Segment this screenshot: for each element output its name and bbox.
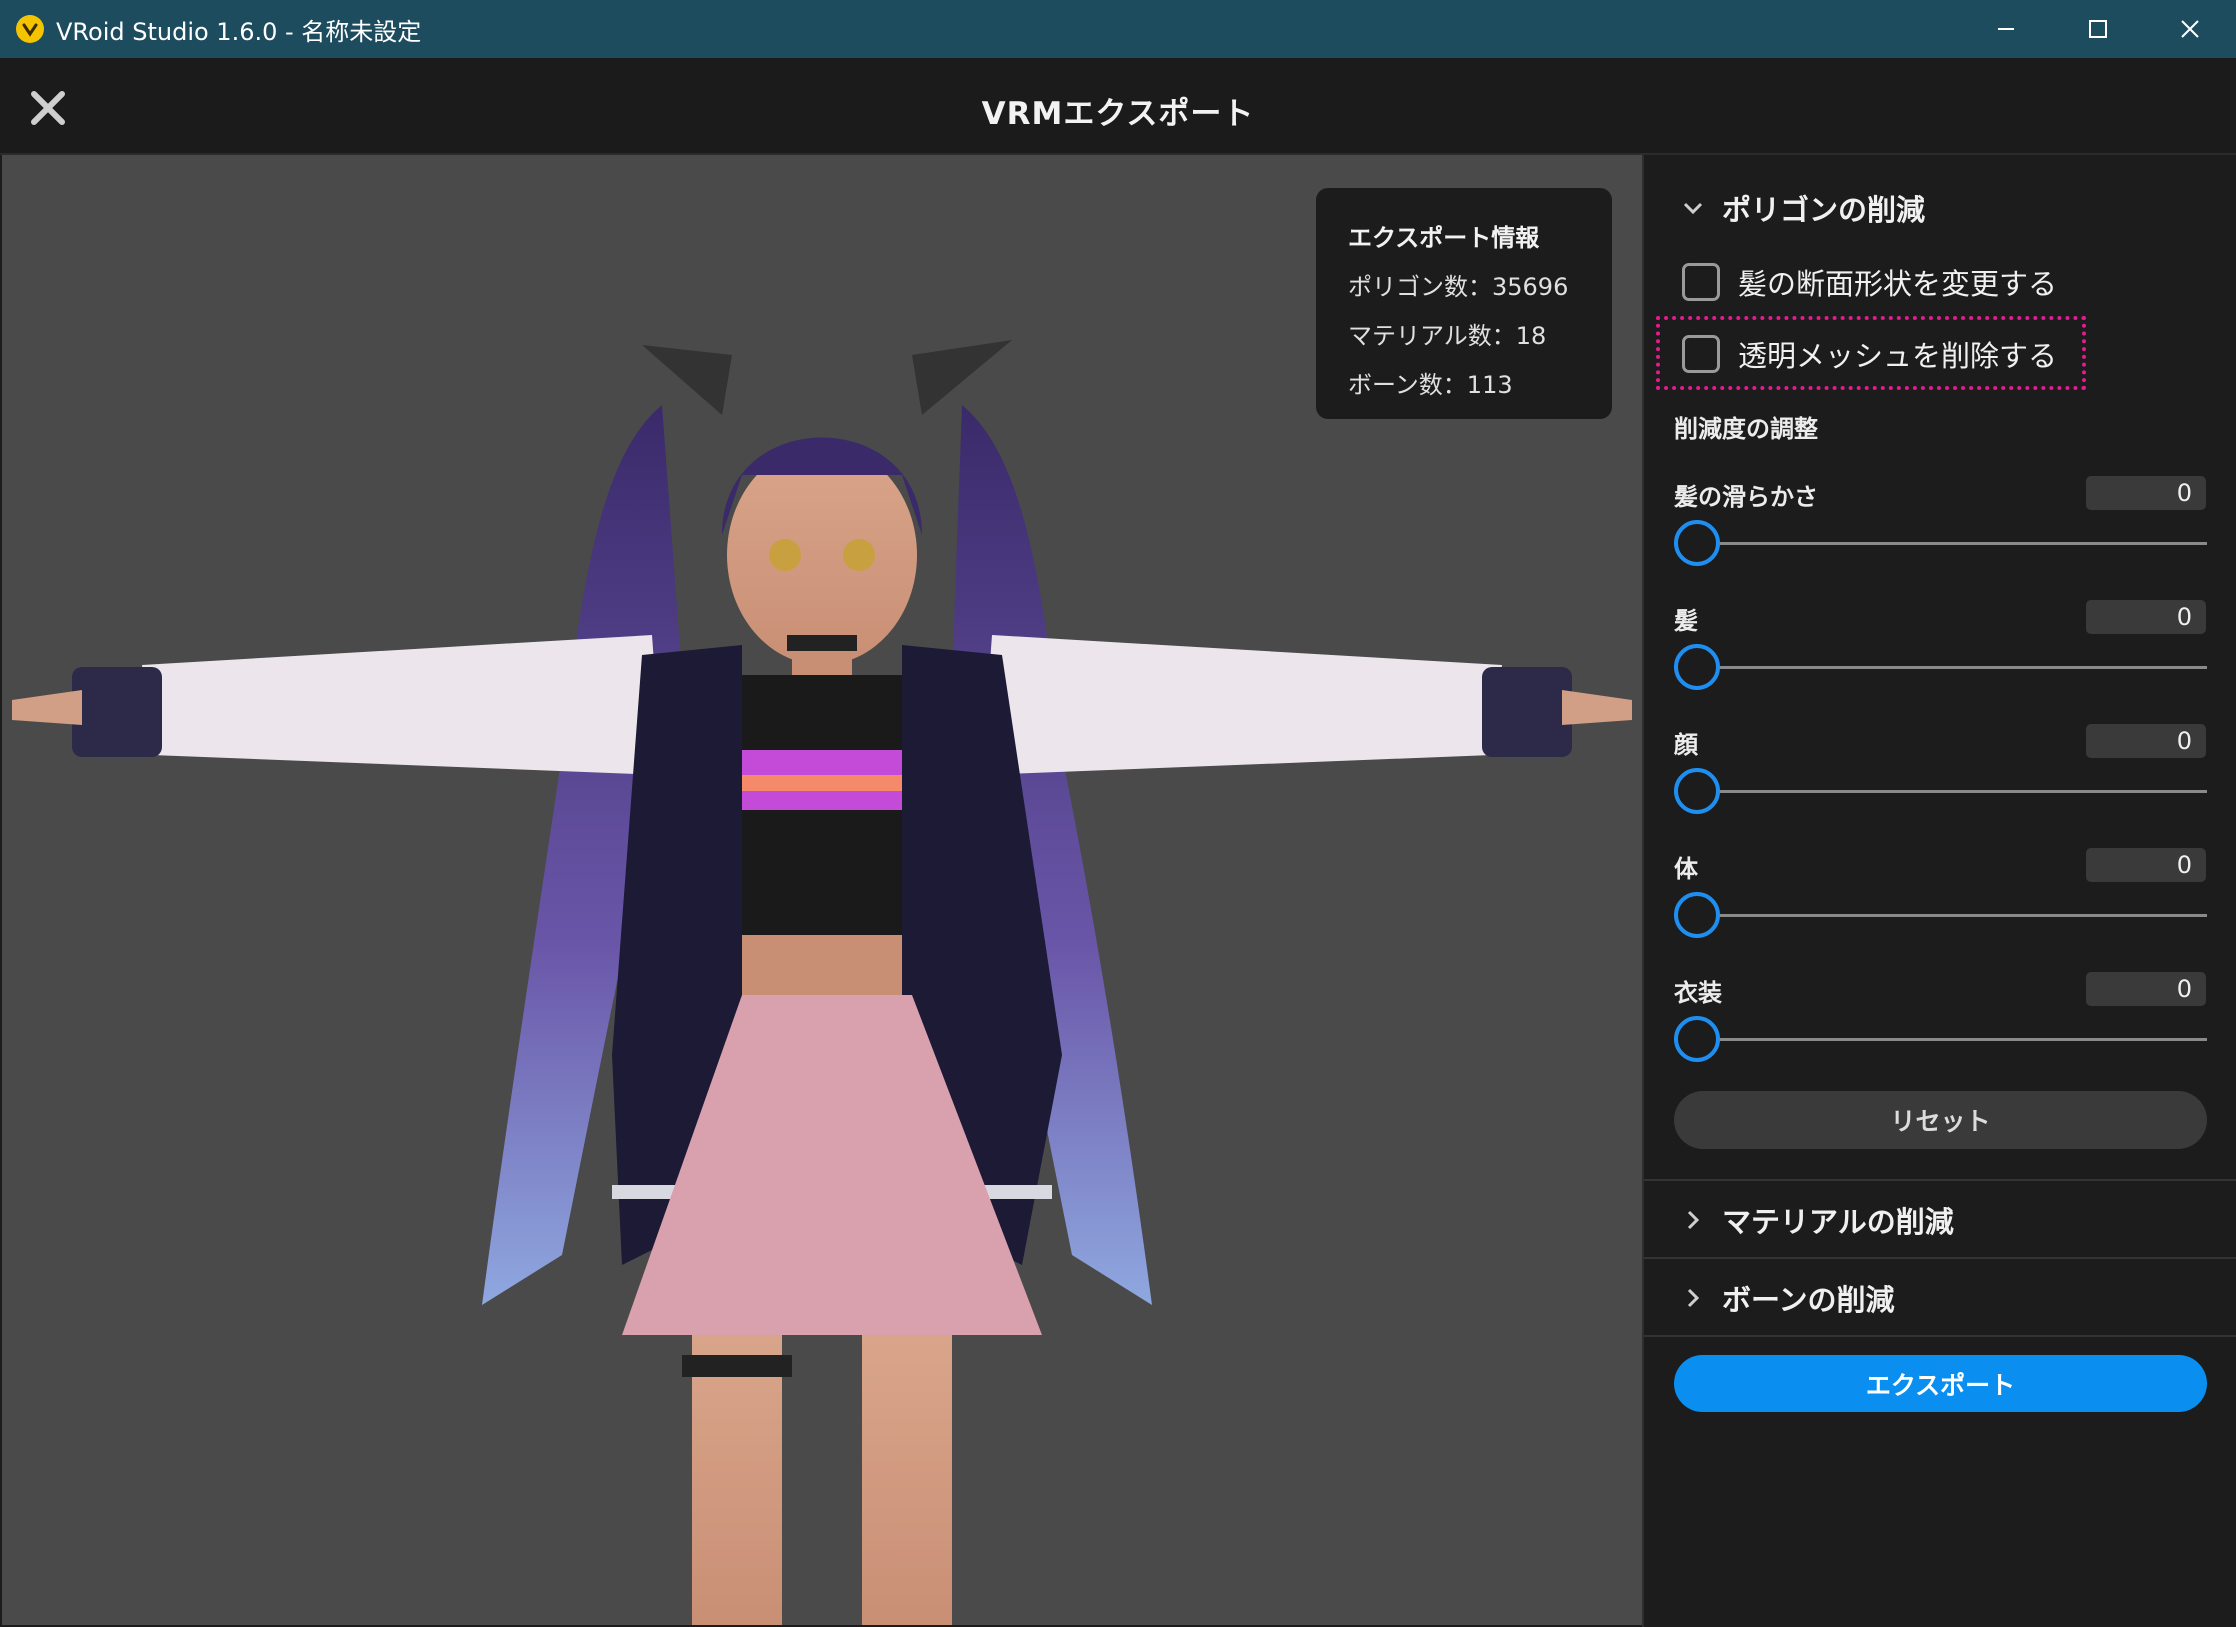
- slider-label-face: 顔: [1674, 731, 1698, 759]
- slider-label-body: 体: [1674, 855, 1698, 883]
- slider-track-body[interactable]: [1674, 914, 2207, 917]
- checkbox-label: 髪の断面形状を変更する: [1738, 267, 2058, 301]
- chevron-right-icon: [1682, 1287, 1704, 1309]
- page-header: VRMエクスポート: [0, 58, 2236, 155]
- slider-knob-hair[interactable]: [1674, 644, 1720, 690]
- slider-knob-face[interactable]: [1674, 768, 1720, 814]
- slider-knob-outfit[interactable]: [1674, 1016, 1720, 1062]
- bone-section-title: ボーンの削減: [1722, 1283, 1895, 1317]
- material-section-header[interactable]: マテリアルの削減: [1644, 1181, 2236, 1259]
- window-controls: [1960, 0, 2236, 58]
- slider-label-hair: 髪: [1674, 607, 1698, 635]
- slider-value-hair-smoothness[interactable]: 0: [2086, 476, 2206, 510]
- window-titlebar: VRoid Studio 1.6.0 - 名称未設定: [0, 0, 2236, 58]
- material-count: マテリアル数：18: [1348, 322, 1547, 350]
- reset-button[interactable]: リセット: [1674, 1091, 2207, 1149]
- slider-value-outfit[interactable]: 0: [2086, 972, 2206, 1006]
- close-icon[interactable]: [2144, 0, 2236, 58]
- slider-label-hair-smoothness: 髪の滑らかさ: [1674, 483, 1818, 511]
- slider-value-body[interactable]: 0: [2086, 848, 2206, 882]
- slider-track-outfit[interactable]: [1674, 1038, 2207, 1041]
- vroid-logo-icon: [16, 15, 44, 43]
- section-divider: [1644, 1335, 2236, 1337]
- window-title: VRoid Studio 1.6.0 - 名称未設定: [56, 17, 422, 46]
- bone-section-header[interactable]: ボーンの削減: [1644, 1259, 2236, 1337]
- slider-track-hair[interactable]: [1674, 666, 2207, 669]
- slider-knob-hair-smoothness[interactable]: [1674, 520, 1720, 566]
- export-settings-panel: ポリゴンの削減 髪の断面形状を変更する 透明メッシュを削除する 削減度の調整 髪…: [1642, 155, 2236, 1627]
- polygon-section-title: ポリゴンの削減: [1722, 193, 1926, 227]
- export-info-title: エクスポート情報: [1348, 224, 1540, 252]
- bone-count: ボーン数：113: [1348, 371, 1513, 399]
- slider-value-hair[interactable]: 0: [2086, 600, 2206, 634]
- material-section-title: マテリアルの削減: [1722, 1205, 1954, 1239]
- model-viewport[interactable]: エクスポート情報 ポリゴン数：35696 マテリアル数：18 ボーン数：113: [2, 155, 1642, 1625]
- hair-cross-section-checkbox[interactable]: 髪の断面形状を変更する: [1682, 257, 2057, 307]
- chevron-down-icon: [1682, 197, 1704, 219]
- slider-label-outfit: 衣装: [1674, 979, 1722, 1007]
- export-button[interactable]: エクスポート: [1674, 1355, 2207, 1412]
- slider-track-face[interactable]: [1674, 790, 2207, 793]
- checkbox-box[interactable]: [1682, 263, 1720, 301]
- reduction-adjust-title: 削減度の調整: [1674, 415, 1818, 443]
- polygon-count: ポリゴン数：35696: [1348, 273, 1569, 301]
- remove-transparent-mesh-checkbox[interactable]: 透明メッシュを削除する: [1682, 329, 2057, 379]
- polygon-section-header[interactable]: ポリゴンの削減: [1644, 169, 2236, 247]
- checkbox-label: 透明メッシュを削除する: [1738, 339, 2058, 373]
- slider-value-face[interactable]: 0: [2086, 724, 2206, 758]
- chevron-right-icon: [1682, 1209, 1704, 1231]
- slider-track-hair-smoothness[interactable]: [1674, 542, 2207, 545]
- minimize-icon[interactable]: [1960, 0, 2052, 58]
- checkbox-box[interactable]: [1682, 335, 1720, 373]
- maximize-icon[interactable]: [2052, 0, 2144, 58]
- slider-knob-body[interactable]: [1674, 892, 1720, 938]
- page-title: VRMエクスポート: [981, 96, 1255, 132]
- export-info-panel: エクスポート情報 ポリゴン数：35696 マテリアル数：18 ボーン数：113: [1316, 188, 1612, 419]
